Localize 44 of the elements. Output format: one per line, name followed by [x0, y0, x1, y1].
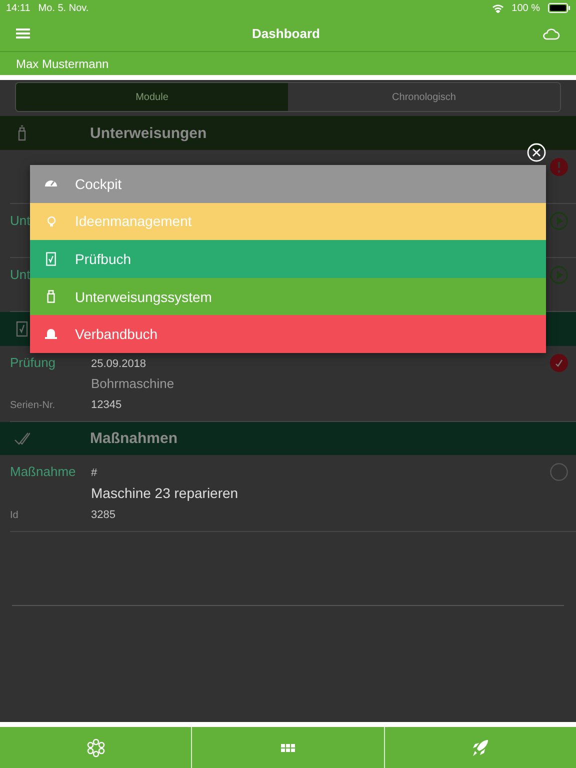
status-date: Mo. 5. Nov.	[38, 2, 89, 14]
section-title: Maßnahmen	[90, 430, 178, 447]
segment-tab[interactable]: Module	[16, 83, 288, 111]
battery-percent: 100 %	[512, 2, 540, 14]
double-check-icon	[14, 430, 30, 446]
menu-item[interactable]: Verbandbuch	[30, 315, 546, 353]
menu-item[interactable]: Prüfbuch	[30, 240, 546, 278]
flower-icon	[86, 738, 106, 758]
screen-title: Dashboard	[251, 26, 321, 41]
field-value: Maschine 23 reparieren	[91, 485, 238, 501]
menu-item[interactable]: Cockpit	[30, 165, 546, 203]
menu-icon[interactable]	[16, 28, 30, 39]
field-label: Serien-Nr.	[10, 400, 56, 411]
field-value: 25.09.2018	[91, 358, 146, 370]
field-value: Bohrmaschine	[91, 376, 174, 391]
field-label: Maßnahme	[10, 464, 76, 479]
field-value: #	[91, 467, 98, 479]
rocket-icon	[471, 738, 490, 756]
field-value: 12345	[91, 399, 122, 411]
menu-item[interactable]: Unterweisungssystem	[30, 278, 546, 316]
cloud-icon[interactable]	[542, 28, 560, 40]
clock-time: 14:11	[6, 2, 30, 14]
battery-icon	[548, 3, 570, 13]
lightbulb-icon	[46, 216, 56, 227]
play-icon[interactable]	[550, 212, 568, 230]
user-name: Max Mustermann	[16, 56, 109, 70]
field-label: Unt	[10, 213, 30, 228]
field-label: Id	[10, 510, 18, 521]
circle-icon[interactable]	[550, 463, 568, 481]
checkmark-icon[interactable]	[550, 354, 568, 372]
section-title: Unterweisungen	[90, 124, 207, 142]
clipboard-check-icon	[14, 321, 30, 337]
wifi-icon	[492, 4, 504, 12]
siren-icon	[45, 329, 57, 340]
close-button[interactable]	[527, 143, 546, 162]
field-label: Prüfung	[10, 355, 56, 370]
bottle-icon	[47, 290, 55, 304]
close-icon	[527, 143, 546, 162]
field-value: 3285	[91, 509, 116, 521]
clipboard-check-icon	[46, 252, 56, 266]
field-label: Unt	[10, 267, 30, 282]
gauge-icon	[44, 180, 58, 188]
play-icon[interactable]	[550, 266, 568, 284]
grid-icon	[280, 744, 295, 752]
